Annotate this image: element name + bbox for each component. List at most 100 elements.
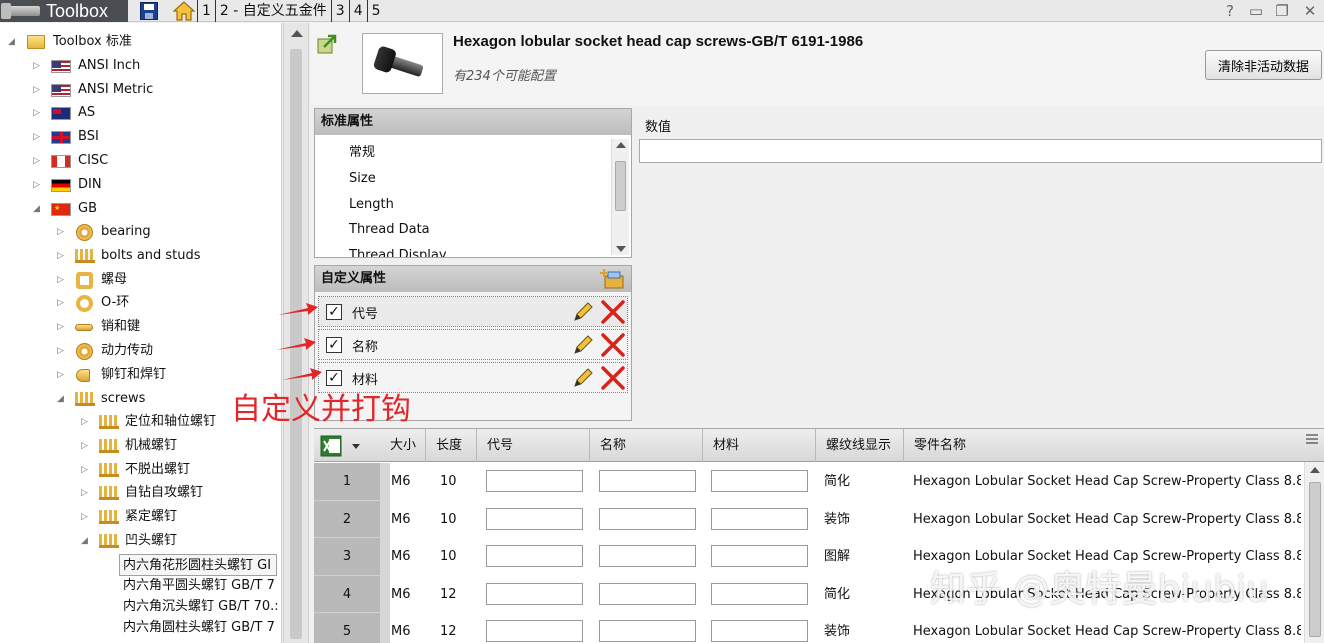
custom-prop-row-name[interactable]: ✓ 名称 (318, 329, 628, 360)
edit-pencil-icon[interactable] (572, 367, 594, 389)
clear-inactive-data-button[interactable]: 清除非活动数据 (1205, 50, 1322, 80)
col-thread-display[interactable]: 螺纹线显示 (816, 429, 904, 462)
tree-item-pins-and-keys[interactable]: ▷ 销和键 (0, 316, 280, 338)
std-prop-general[interactable]: 常规 (349, 143, 375, 163)
tab-2[interactable]: 2 - 自定义五金件 (214, 0, 331, 22)
tree-item-machine-screws[interactable]: ▷ 机械螺钉 (0, 435, 280, 457)
cell-name-input[interactable] (599, 545, 696, 567)
row-number[interactable]: 4 (314, 575, 380, 613)
home-icon[interactable] (173, 1, 195, 21)
help-icon[interactable]: ? (1221, 2, 1239, 20)
tree-item-self-drilling-screws[interactable]: ▷ 自钻自攻螺钉 (0, 482, 280, 504)
left-panel-scrollbar[interactable] (283, 23, 309, 643)
custom-prop-checkbox[interactable]: ✓ (326, 304, 342, 320)
tree-item-bsi[interactable]: ▷ BSI (0, 126, 280, 148)
collapse-icon[interactable]: ◢ (33, 204, 42, 214)
delete-x-icon[interactable] (600, 365, 626, 391)
std-props-scrollbar[interactable] (611, 139, 629, 255)
tree-item-socket-screws[interactable]: ◢ 凹头螺钉 (0, 530, 280, 552)
cell-material-input[interactable] (711, 582, 808, 605)
std-prop-length[interactable]: Length (349, 195, 394, 215)
tab-3[interactable]: 3 (330, 0, 349, 22)
std-prop-size[interactable]: Size (349, 169, 376, 189)
col-length[interactable]: 长度 (426, 429, 477, 462)
col-material[interactable]: 材料 (703, 429, 816, 462)
edit-pencil-icon[interactable] (572, 301, 594, 323)
open-part-icon[interactable] (316, 33, 338, 55)
tree-item-gb[interactable]: ◢ ★ GB (0, 198, 280, 220)
cell-material-input[interactable] (711, 545, 808, 567)
std-prop-thread-display[interactable]: Thread Display (349, 245, 447, 257)
col-code[interactable]: 代号 (477, 429, 590, 462)
tree-item-rivets[interactable]: ▷ 铆钉和焊钉 (0, 364, 280, 386)
collapse-icon[interactable]: ◢ (81, 536, 90, 546)
expand-icon[interactable]: ▷ (57, 275, 66, 285)
scroll-up-icon[interactable] (291, 30, 303, 37)
row-number[interactable]: 1 (314, 463, 380, 501)
value-input[interactable] (639, 139, 1322, 163)
cell-code-input[interactable] (486, 470, 583, 492)
table-row[interactable]: 2 M6 10 装饰 Hexagon Lobular Socket Head Cap S… (314, 500, 1304, 538)
table-row[interactable]: 3 M6 10 图解 Hexagon Lobular Socket Head Cap S… (314, 538, 1304, 576)
scroll-down-icon[interactable] (616, 246, 626, 252)
scroll-up-icon[interactable] (616, 142, 626, 148)
expand-icon[interactable]: ▷ (57, 346, 66, 356)
expand-icon[interactable]: ▷ (57, 322, 66, 332)
custom-prop-checkbox[interactable]: ✓ (326, 370, 342, 386)
expand-icon[interactable]: ▷ (81, 417, 90, 427)
cell-name-input[interactable] (599, 582, 696, 605)
custom-prop-checkbox[interactable]: ✓ (326, 337, 342, 353)
table-row[interactable]: 4 M6 12 简化 Hexagon Lobular Socket Head Cap S… (314, 575, 1304, 613)
tab-1[interactable]: 1 (197, 0, 215, 22)
cell-name-input[interactable] (599, 470, 696, 492)
tree-item-socket-countersunk[interactable]: 内六角沉头螺钉 GB/T 70.: (123, 596, 278, 618)
expand-icon[interactable]: ▷ (57, 298, 66, 308)
tab-4[interactable]: 4 (348, 0, 367, 22)
cell-code-input[interactable] (486, 620, 583, 642)
tree-item-socket-cap[interactable]: 内六角圆柱头螺钉 GB/T 7 (123, 617, 278, 639)
tree-item-socket-button-head[interactable]: 内六角平圆头螺钉 GB/T 7 (123, 575, 278, 597)
add-property-icon[interactable] (599, 268, 625, 290)
restore-icon[interactable]: ❐ (1273, 2, 1291, 20)
col-name[interactable]: 名称 (590, 429, 703, 462)
tree-item-nut[interactable]: ▷ 螺母 (0, 269, 280, 291)
expand-icon[interactable]: ▷ (57, 370, 66, 380)
expand-icon[interactable]: ▷ (33, 156, 42, 166)
excel-export-icon[interactable] (318, 434, 366, 458)
row-number[interactable]: 2 (314, 500, 380, 538)
expand-icon[interactable]: ▷ (81, 441, 90, 451)
expand-icon[interactable]: ▷ (33, 85, 42, 95)
tree-item-set-screws[interactable]: ▷ 紧定螺钉 (0, 506, 280, 528)
edit-pencil-icon[interactable] (572, 334, 594, 356)
scroll-up-icon[interactable] (1310, 467, 1320, 473)
expand-icon[interactable]: ▷ (57, 227, 66, 237)
expand-icon[interactable]: ▷ (81, 465, 90, 475)
expand-icon[interactable]: ▷ (33, 132, 42, 142)
expand-icon[interactable]: ▷ (81, 512, 90, 522)
row-number[interactable]: 3 (314, 538, 380, 576)
cell-name-input[interactable] (599, 620, 696, 642)
tree-item-as[interactable]: ▷ AS (0, 102, 280, 124)
cell-code-input[interactable] (486, 582, 583, 605)
table-scrollbar[interactable] (1304, 462, 1324, 643)
delete-x-icon[interactable] (600, 332, 626, 358)
custom-prop-row-code[interactable]: ✓ 代号 (318, 296, 628, 327)
tab-5[interactable]: 5 (366, 0, 385, 22)
tree-item-bolts-and-studs[interactable]: ▷ bolts and studs (0, 245, 280, 267)
table-row[interactable]: 1 M6 10 简化 Hexagon Lobular Socket Head Cap S… (314, 463, 1304, 501)
tree-item-cisc[interactable]: ▷ CISC (0, 150, 280, 172)
tree-item-power-transmission[interactable]: ▷ 动力传动 (0, 340, 280, 362)
std-prop-thread-data[interactable]: Thread Data (349, 220, 430, 240)
col-part-name[interactable]: 零件名称 (904, 429, 1304, 462)
expand-icon[interactable]: ▷ (33, 108, 42, 118)
tree-item-ansi-inch[interactable]: ▷ ANSI Inch (0, 55, 280, 77)
cell-material-input[interactable] (711, 620, 808, 642)
tree-item-o-ring[interactable]: ▷ O-环 (0, 292, 280, 314)
tree-root[interactable]: ◢ Toolbox 标准 (0, 31, 280, 53)
save-icon[interactable] (140, 2, 158, 20)
expand-icon[interactable]: ▷ (81, 488, 90, 498)
table-row[interactable]: 5 M6 12 装饰 Hexagon Lobular Socket Head Cap S… (314, 613, 1304, 643)
col-size[interactable]: 大小 (380, 429, 426, 462)
cell-code-input[interactable] (486, 507, 583, 530)
expand-icon[interactable]: ▷ (33, 61, 42, 71)
